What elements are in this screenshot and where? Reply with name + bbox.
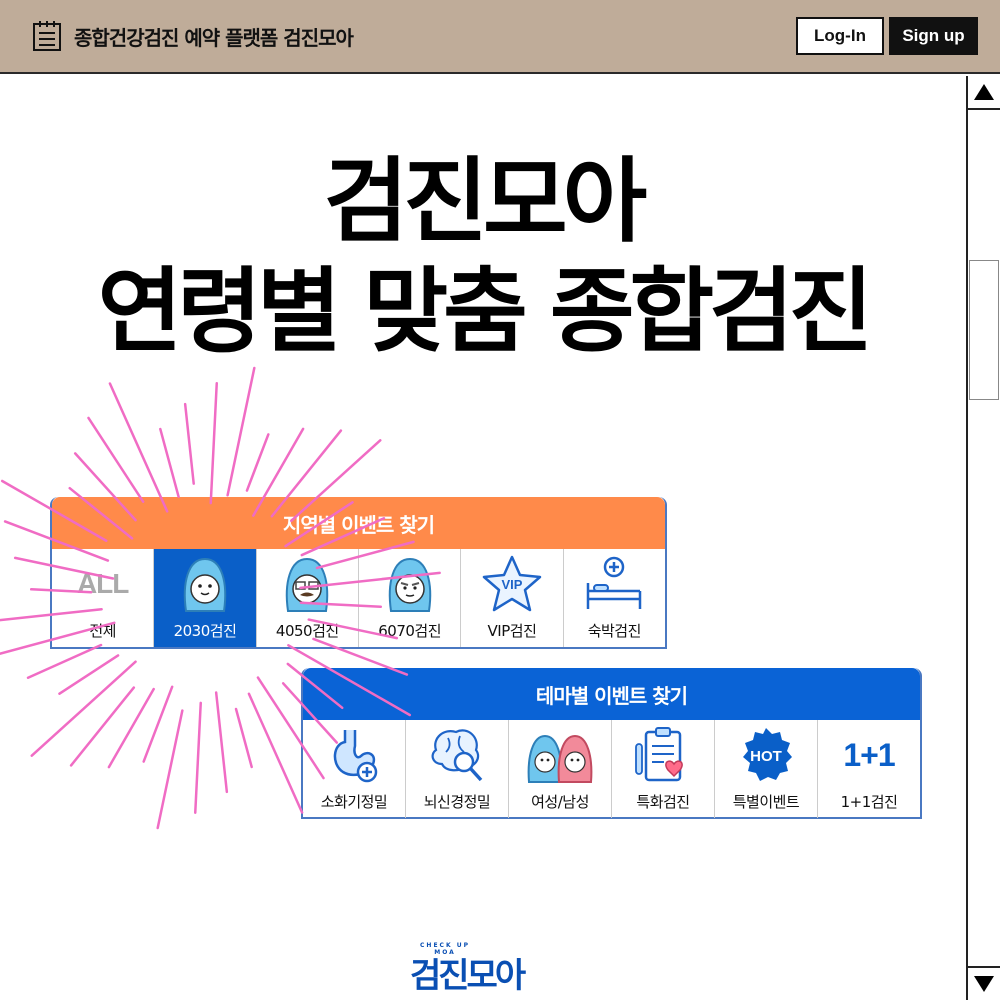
character-6070-icon (375, 552, 445, 616)
clipboard-heart-icon (628, 723, 698, 787)
burst-line (159, 427, 180, 498)
all-text-icon: ALL (76, 568, 129, 599)
theme-item-label: 특화검진 (636, 793, 690, 811)
burst-line (87, 416, 145, 503)
menu-icon[interactable] (32, 20, 62, 52)
theme-item-label: 뇌신경정밀 (423, 793, 491, 811)
region-item-label: 6070검진 (378, 622, 442, 640)
region-item-label: 전체 (89, 622, 116, 640)
couple-characters-icon (525, 723, 595, 787)
burst-line (234, 707, 253, 769)
burst-line (247, 692, 304, 814)
region-item-label: 숙박검진 (587, 622, 642, 640)
theme-item-digestive[interactable]: 소화기정밀 (303, 720, 406, 818)
hot-badge-icon: HOT (731, 723, 801, 787)
burst-line (107, 687, 155, 769)
arrow-up-icon (974, 84, 994, 100)
hero-title: 검진모아 (323, 148, 648, 255)
burst-line (108, 382, 169, 513)
theme-item-label: 여성/남성 (531, 793, 589, 811)
svg-text:VIP: VIP (501, 577, 522, 592)
scroll-up-button[interactable] (968, 76, 1000, 110)
region-item-label: 2030검진 (173, 622, 237, 640)
stomach-icon (319, 723, 389, 787)
burst-line (183, 402, 195, 485)
theme-item-special[interactable]: 특화검진 (612, 720, 715, 818)
one-plus-one-icon: 1+1 (843, 736, 895, 773)
region-event-panel: 지역별 이벤트 찾기 ALL 전체 2030검진 4050검진 6070검진 V… (50, 497, 667, 649)
brain-search-icon (422, 723, 492, 787)
theme-event-panel: 테마별 이벤트 찾기 소화기정밀 뇌신경정밀 여성/남성 특화검진 HOT 특별… (301, 668, 922, 819)
region-panel-title: 지역별 이벤트 찾기 (52, 497, 665, 549)
character-2030-icon (170, 552, 240, 616)
theme-item-label: 소화기정밀 (320, 793, 388, 811)
burst-line (214, 691, 229, 794)
theme-item-label: 특별이벤트 (732, 793, 800, 811)
region-item-4050[interactable]: 4050검진 (257, 549, 359, 647)
theme-item-oneplusone[interactable]: 1+1 1+1검진 (818, 720, 920, 818)
scrollbar[interactable] (966, 76, 1000, 1000)
burst-line (226, 366, 256, 497)
footer-logo: CHECK UP MOA 검진모아 (410, 942, 560, 996)
theme-panel-title: 테마별 이벤트 찾기 (303, 668, 920, 720)
character-4050-icon (272, 552, 342, 616)
hero-subtitle: 연령별 맞춤 종합검진 (97, 258, 874, 365)
region-item-label: VIP검진 (487, 622, 537, 640)
theme-item-gender[interactable]: 여성/남성 (509, 720, 612, 818)
burst-line (156, 709, 184, 830)
top-bar: 종합건강검진 예약 플랫폼 검진모아 Log-In Sign up (0, 0, 1000, 74)
burst-line (245, 433, 270, 492)
burst-line (194, 701, 203, 814)
burst-line (58, 654, 120, 695)
signup-button[interactable]: Sign up (889, 17, 978, 55)
vip-star-icon: VIP (477, 552, 547, 616)
logo-text: 검진모아 (410, 956, 526, 996)
region-item-stay[interactable]: 숙박검진 (564, 549, 665, 647)
burst-line (142, 685, 174, 763)
arrow-down-icon (974, 976, 994, 992)
burst-line (209, 382, 218, 505)
burst-line (69, 686, 136, 767)
region-item-vip[interactable]: VIP VIP검진 (461, 549, 564, 647)
region-item-6070[interactable]: 6070검진 (359, 549, 462, 647)
hospital-bed-icon (579, 552, 649, 616)
site-title: 종합건강검진 예약 플랫폼 검진모아 (74, 26, 354, 50)
theme-item-event[interactable]: HOT 특별이벤트 (715, 720, 818, 818)
region-item-all[interactable]: ALL 전체 (52, 549, 155, 647)
login-button[interactable]: Log-In (796, 17, 884, 55)
theme-item-label: 1+1검진 (840, 793, 898, 811)
scroll-down-button[interactable] (968, 966, 1000, 1000)
burst-line (26, 643, 103, 679)
svg-text:HOT: HOT (750, 748, 782, 765)
burst-line (30, 660, 137, 757)
theme-item-brain[interactable]: 뇌신경정밀 (406, 720, 509, 818)
scroll-thumb[interactable] (969, 260, 999, 400)
region-item-label: 4050검진 (275, 622, 339, 640)
region-item-2030[interactable]: 2030검진 (154, 549, 257, 647)
